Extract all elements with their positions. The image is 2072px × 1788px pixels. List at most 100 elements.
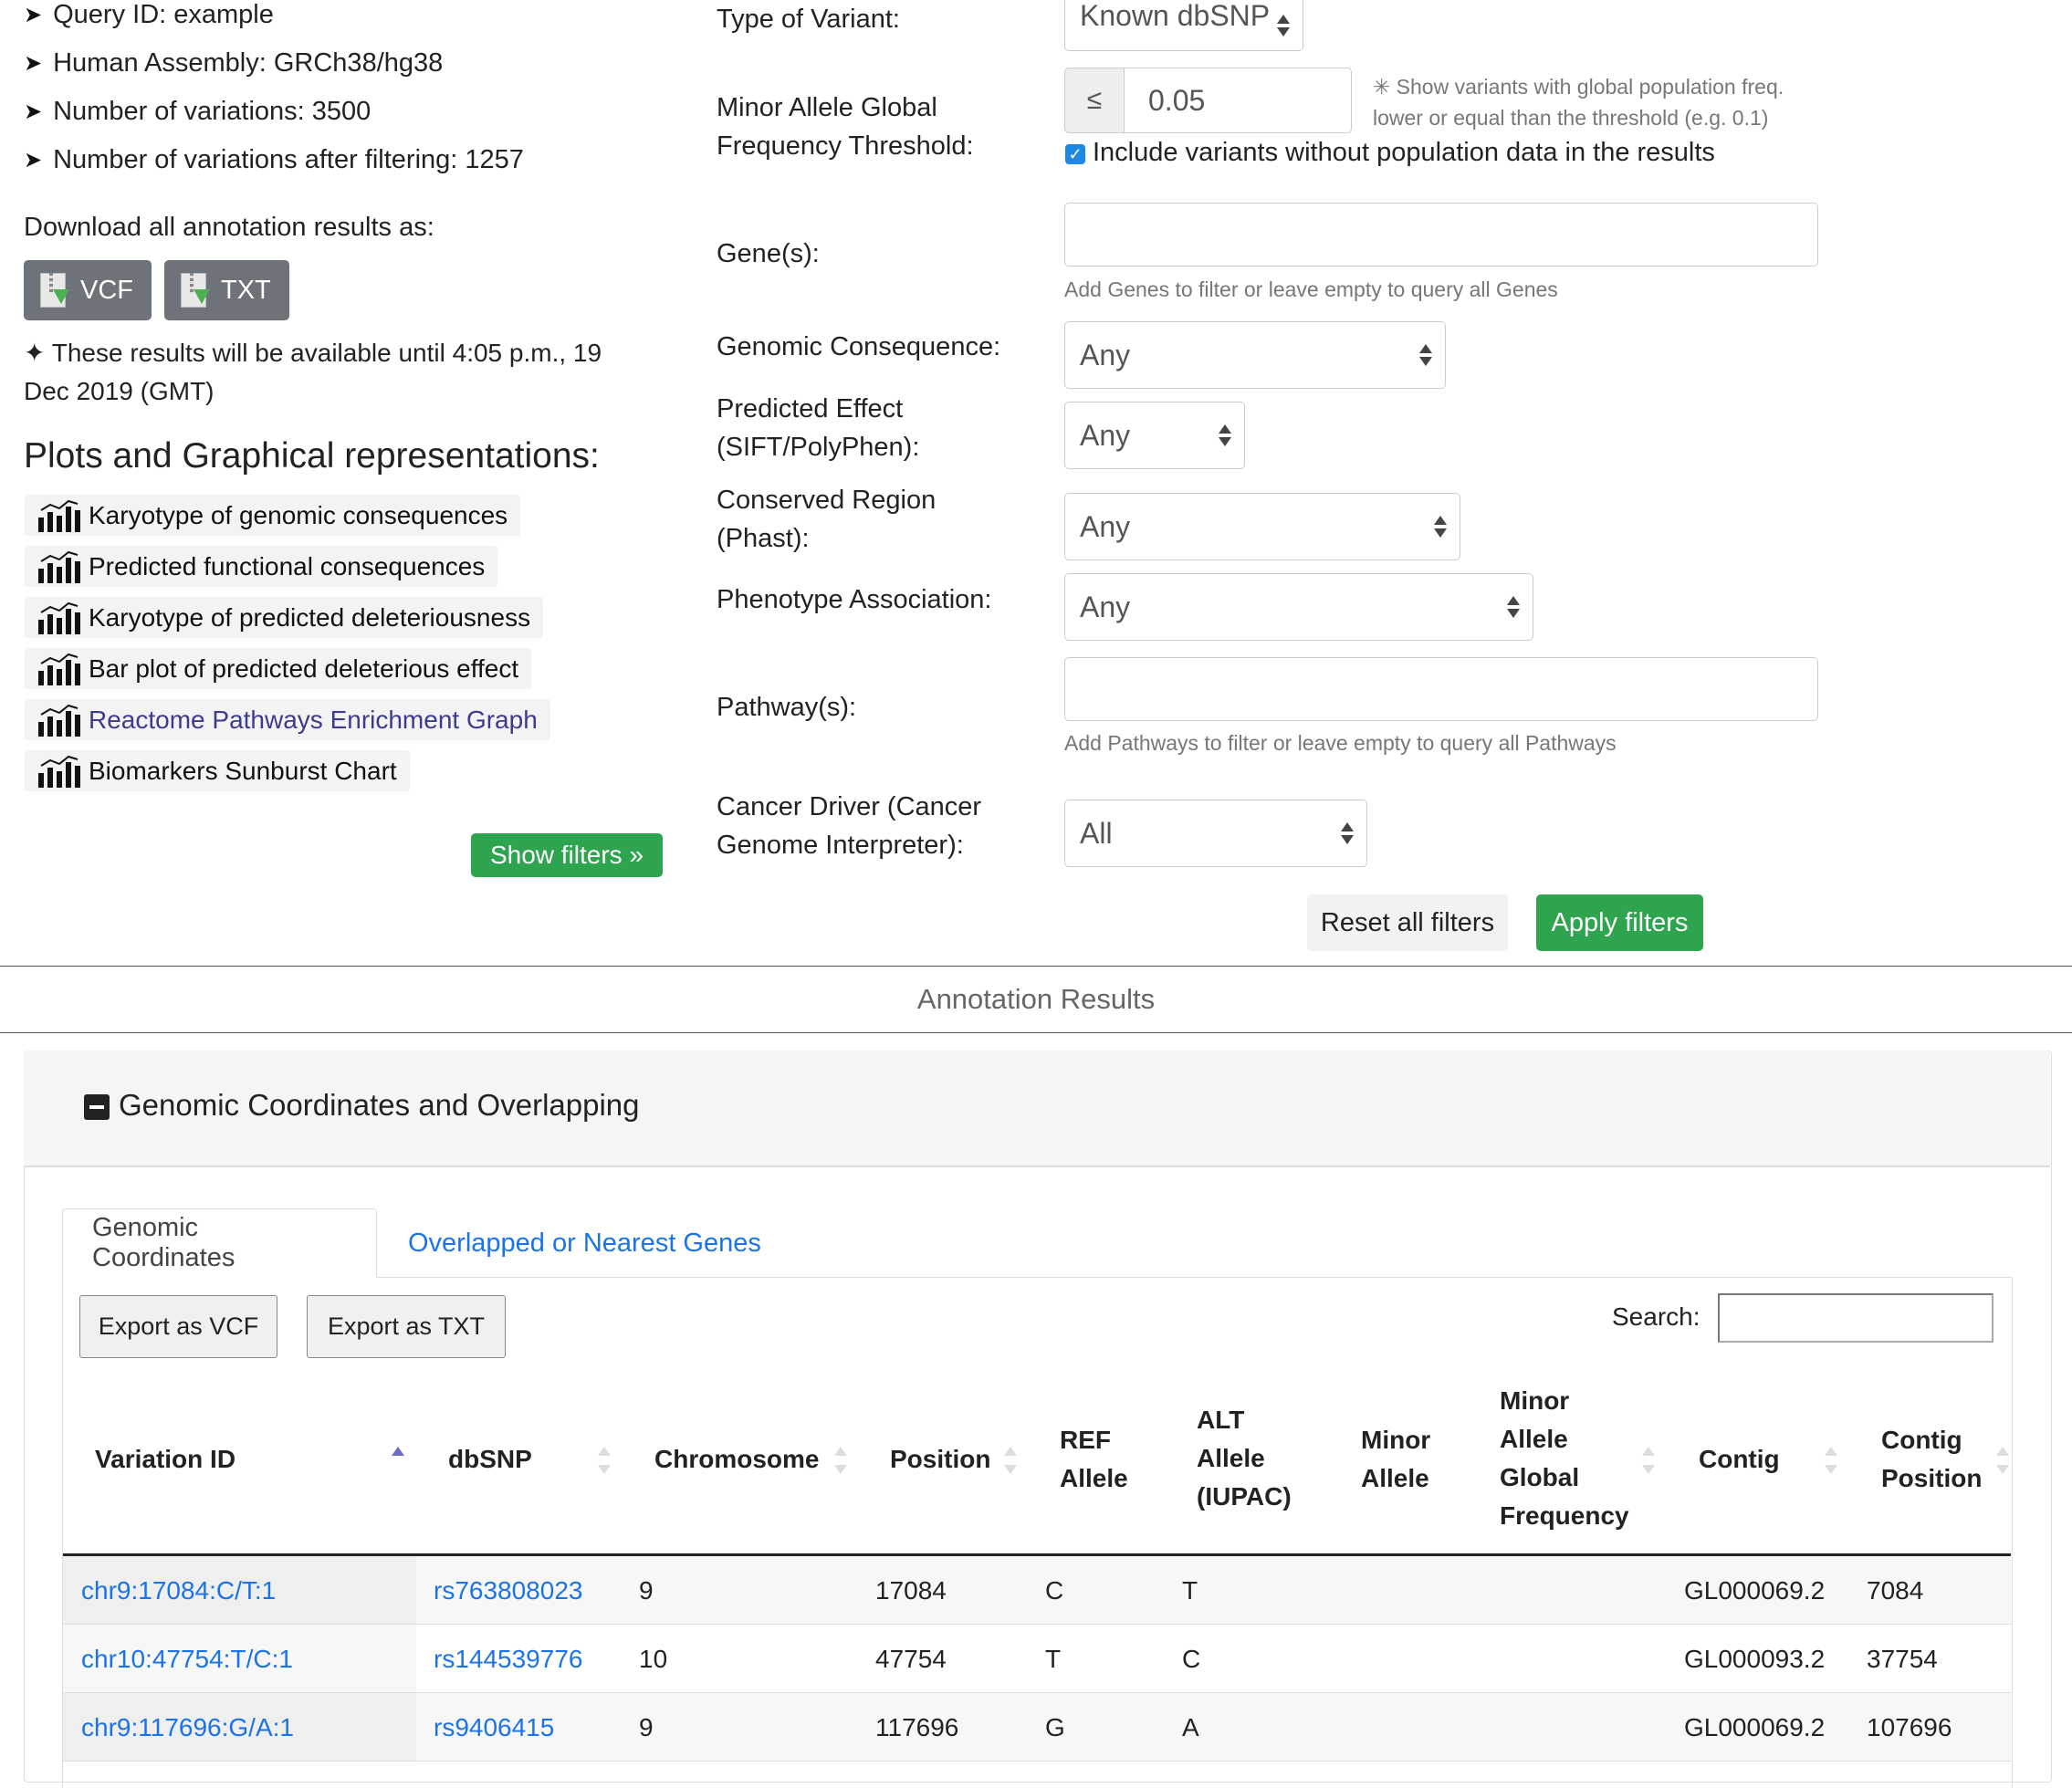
export-txt-button[interactable]: Export as TXT xyxy=(307,1295,506,1358)
show-filters-button[interactable]: Show filters » xyxy=(471,833,663,877)
dbsnp-link[interactable]: rs144539776 xyxy=(434,1645,582,1674)
column-header-contig-position[interactable]: Contig Position xyxy=(1881,1421,1982,1498)
plot-bar-deleterious[interactable]: Bar plot of predicted deleterious effect xyxy=(25,648,532,689)
ref-cell: G xyxy=(1045,1713,1065,1741)
select-arrows-icon xyxy=(1434,514,1447,539)
column-header-line: (IUPAC) xyxy=(1197,1482,1292,1511)
column-header-alt-allele[interactable]: ALT Allele (IUPAC) xyxy=(1197,1401,1292,1516)
sort-icon[interactable] xyxy=(1996,1447,2009,1474)
consequence-select[interactable]: Any xyxy=(1064,321,1446,389)
cancer-driver-label-line-2: Genome Interpreter): xyxy=(717,831,964,860)
column-header-ref-allele[interactable]: REF Allele xyxy=(1060,1421,1128,1498)
variations-filtered-text: Number of variations after filtering: 12… xyxy=(53,145,524,174)
table-row[interactable]: chr9:17084:C/T:1 rs763808023 9 17084 C T… xyxy=(63,1556,2011,1625)
plot-predicted-functional[interactable]: Predicted functional consequences xyxy=(25,546,498,587)
variations-filtered-line: ➤ Number of variations after filtering: … xyxy=(24,145,524,175)
column-header-line: REF xyxy=(1060,1426,1111,1454)
collapse-minus-icon[interactable] xyxy=(84,1094,110,1120)
phenotype-value: Any xyxy=(1080,590,1131,623)
search-input[interactable] xyxy=(1718,1293,1994,1343)
dbsnp-link[interactable]: rs763808023 xyxy=(434,1576,582,1605)
column-header-line: Allele xyxy=(1197,1444,1265,1472)
column-header-line: Position xyxy=(1881,1464,1983,1492)
download-vcf-button[interactable]: VCF xyxy=(24,260,152,320)
maf-label-line-2: Frequency Threshold: xyxy=(717,131,974,161)
maf-threshold-input[interactable]: 0.05 xyxy=(1124,68,1352,133)
plot-label: Karyotype of genomic consequences xyxy=(89,500,508,529)
type-of-variant-select[interactable]: Known dbSNP xyxy=(1064,0,1303,51)
column-header-line: Contig xyxy=(1881,1426,1962,1454)
genes-input[interactable] xyxy=(1064,203,1818,267)
column-header-maf[interactable]: Minor Allele Global Frequency xyxy=(1500,1382,1629,1535)
results-panel-title[interactable]: Genomic Coordinates and Overlapping xyxy=(119,1088,640,1123)
conserved-value: Any xyxy=(1080,509,1131,543)
chromosome-cell: 9 xyxy=(639,1576,654,1605)
include-no-population-label: Include variants without population data… xyxy=(1093,138,1715,167)
variation-id-link[interactable]: chr9:17084:C/T:1 xyxy=(81,1576,276,1605)
zip-file-download-icon xyxy=(40,273,69,308)
cancer-driver-value: All xyxy=(1080,816,1113,850)
variation-id-link[interactable]: chr9:117696:G/A:1 xyxy=(81,1713,294,1742)
apply-filters-button[interactable]: Apply filters xyxy=(1536,894,1703,951)
predicted-effect-label-line-2: (SIFT/PolyPhen): xyxy=(717,433,920,462)
cancer-driver-label-line-1: Cancer Driver (Cancer xyxy=(717,792,982,821)
type-of-variant-label: Type of Variant: xyxy=(717,5,900,34)
position-cell: 47754 xyxy=(875,1645,947,1673)
include-no-population-checkbox[interactable]: ✓ xyxy=(1065,144,1085,164)
phenotype-select[interactable]: Any xyxy=(1064,573,1533,641)
sort-icon[interactable] xyxy=(598,1447,611,1474)
table-row[interactable]: chr9:117696:G/A:1 rs9406415 9 117696 G A… xyxy=(63,1693,2011,1762)
column-header-minor-allele[interactable]: Minor Allele xyxy=(1361,1421,1430,1498)
sort-icon[interactable] xyxy=(1004,1447,1017,1474)
cancer-driver-label: Cancer Driver (Cancer Genome Interpreter… xyxy=(717,788,981,864)
column-header-chromosome[interactable]: Chromosome xyxy=(654,1440,819,1479)
tab-overlapped-genes[interactable]: Overlapped or Nearest Genes xyxy=(379,1208,790,1278)
conserved-select[interactable]: Any xyxy=(1064,493,1460,560)
bar-chart-icon xyxy=(36,755,81,788)
plot-karyotype-consequences[interactable]: Karyotype of genomic consequences xyxy=(25,495,521,536)
plot-label: Bar plot of predicted deleterious effect xyxy=(89,654,519,683)
tab-genomic-coordinates[interactable]: Genomic Coordinates xyxy=(62,1208,377,1278)
predicted-effect-select[interactable]: Any xyxy=(1064,402,1245,469)
query-id-text: Query ID: example xyxy=(53,0,274,29)
contig-cell: GL000069.2 xyxy=(1684,1713,1826,1741)
sort-icon[interactable] xyxy=(1825,1447,1837,1474)
chromosome-cell: 9 xyxy=(639,1713,654,1741)
column-header-line: Allele xyxy=(1060,1464,1128,1492)
sort-icon[interactable] xyxy=(834,1447,847,1474)
plot-reactome-pathways[interactable]: Reactome Pathways Enrichment Graph xyxy=(25,699,550,740)
column-header-contig[interactable]: Contig xyxy=(1699,1440,1780,1479)
select-arrows-icon xyxy=(1341,821,1354,846)
dbsnp-link[interactable]: rs9406415 xyxy=(434,1713,554,1742)
download-txt-button[interactable]: TXT xyxy=(164,260,289,320)
bar-chart-icon xyxy=(36,653,81,685)
plot-biomarkers-sunburst[interactable]: Biomarkers Sunburst Chart xyxy=(25,750,410,791)
column-header-position[interactable]: Position xyxy=(890,1440,990,1479)
maf-note-line-1: ✳ Show variants with global population f… xyxy=(1373,75,1784,99)
table-row[interactable]: chr10:47754:T/C:1 rs144539776 10 47754 T… xyxy=(63,1625,2011,1693)
reset-filters-button[interactable]: Reset all filters xyxy=(1307,894,1508,951)
cancer-driver-select[interactable]: All xyxy=(1064,800,1367,867)
variations-text: Number of variations: 3500 xyxy=(53,97,371,126)
conserved-label: Conserved Region (Phast): xyxy=(717,481,936,558)
select-arrows-icon xyxy=(1507,594,1520,620)
column-header-dbsnp[interactable]: dbSNP xyxy=(448,1440,532,1479)
variation-id-link[interactable]: chr10:47754:T/C:1 xyxy=(81,1645,293,1674)
plot-karyotype-deleteriousness[interactable]: Karyotype of predicted deleteriousness xyxy=(25,597,544,638)
genes-label: Gene(s): xyxy=(717,239,820,268)
annotation-results-title: Annotation Results xyxy=(916,983,1156,1015)
availability-note: ✦ These results will be available until … xyxy=(24,334,602,411)
contig-cell: GL000093.2 xyxy=(1684,1645,1826,1673)
maf-label-line-1: Minor Allele Global xyxy=(717,93,937,122)
genes-help: Add Genes to filter or leave empty to qu… xyxy=(1064,277,1558,301)
plot-label: Predicted functional consequences xyxy=(89,551,486,580)
column-header-line: Minor xyxy=(1361,1426,1431,1454)
sort-icon[interactable] xyxy=(1642,1447,1655,1474)
column-header-variation-id[interactable]: Variation ID xyxy=(95,1440,235,1479)
download-txt-label: TXT xyxy=(221,275,271,305)
sort-ascending-icon[interactable] xyxy=(392,1447,404,1474)
export-vcf-button[interactable]: Export as VCF xyxy=(79,1295,277,1358)
bar-chart-icon xyxy=(36,704,81,737)
pathways-input[interactable] xyxy=(1064,657,1818,721)
availability-line-1: ✦ These results will be available until … xyxy=(24,339,602,367)
